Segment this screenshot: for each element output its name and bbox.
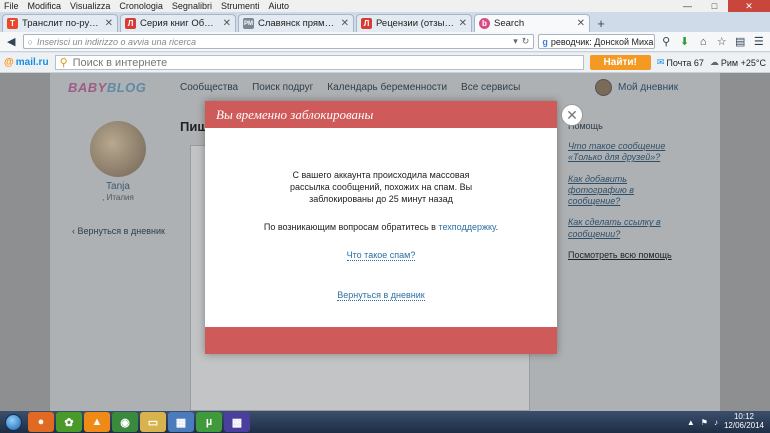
pm-icon: PM [243,18,254,29]
mailru-logo[interactable]: @ mail.ru [4,57,49,68]
menu-icon[interactable]: ☰ [751,34,766,49]
page-viewport: BABYBLOG Сообщества Поиск подруг Календа… [0,73,770,411]
close-tab-icon[interactable]: ✕ [223,18,231,29]
translit-icon: T [7,18,18,29]
reload-icon[interactable]: ↻ [522,36,530,47]
tab-title: Серия книг Образователь... [140,18,219,29]
window-controls: — □ ✕ [674,0,770,12]
babyblog-icon: b [479,18,490,29]
internet-search-input[interactable]: ⚲ Поиск в интернете [54,55,584,70]
tab-strip: T Транслит по-русски ✕ Л Серия книг Обра… [0,12,770,32]
search-lens-icon: ⚲ [59,57,68,69]
utorrent-icon[interactable]: µ [196,412,222,432]
find-button[interactable]: Найти! [589,55,651,70]
url-input[interactable]: ○ Inserisci un indirizzo o avvia una ric… [22,34,535,49]
cloud-icon: ☁ [709,57,719,67]
google-icon: g [542,36,548,47]
contact-suffix: . [495,222,499,232]
new-tab-icon[interactable]: + [592,14,610,32]
chrome-icon[interactable]: ◉ [112,412,138,432]
menu-cronologia[interactable]: Cronologia [119,1,163,11]
internet-search-placeholder: Поиск в интернете [72,56,168,69]
menu-aiuto[interactable]: Aiuto [268,1,289,11]
taskbar: ● ✿ ▲ ◉ ▭ ▦ µ ▩ ▲ ⚑ ♪ 10:12 12/06/2014 [0,411,770,433]
bookmarks-icon[interactable]: ▤ [733,34,748,49]
menu-file[interactable]: File [4,1,19,11]
menu-segnalibri[interactable]: Segnalibri [172,1,212,11]
close-tab-icon[interactable]: ✕ [105,18,113,29]
weather-widget[interactable]: ☁ Рим +25°C [710,57,766,68]
mailru-logo-text: mail.ru [15,57,49,68]
home-icon[interactable]: ⌂ [696,34,711,49]
navigation-bar: ◀ ○ Inserisci un indirizzo o avvia una r… [0,32,770,52]
tab-title: Search [494,18,525,29]
back-to-diary-link[interactable]: Вернуться в дневник [337,290,425,301]
modal-footer [205,327,557,354]
mail-label: Почта 67 [666,57,704,68]
search-engine-input[interactable]: g реводчик: Донской Михаил [538,34,655,49]
tab-reviews[interactable]: Л Рецензии (отзывы) покуп... ✕ [356,14,472,32]
back-to-diary-wrap: Вернуться в дневник [205,289,557,301]
mailru-at-icon: @ [4,57,14,68]
mailru-toolbar: @ mail.ru ⚲ Поиск в интернете Найти! ✉ П… [0,53,770,73]
folder-icon[interactable]: ▭ [140,412,166,432]
labirint-icon: Л [125,18,136,29]
tray-expand-icon[interactable]: ▲ [687,418,695,427]
close-window-icon[interactable]: ✕ [728,0,770,12]
vlc-icon[interactable]: ▲ [84,412,110,432]
tab-slavyansk[interactable]: PM Славянск прямо сейчас ... ✕ [238,14,354,32]
blocked-modal: Вы временно заблокированы С вашего аккау… [205,101,557,354]
dropdown-icon[interactable]: ▾ [513,36,518,47]
firefox-icon[interactable]: ● [28,412,54,432]
windows-orb-icon [4,413,22,431]
weather-label: Рим +25°C [720,57,766,68]
modal-overlay: Вы временно заблокированы С вашего аккау… [0,73,770,411]
flag-icon[interactable]: ⚑ [701,418,708,427]
menu-bar: File Modifica Visualizza Cronologia Segn… [0,0,770,12]
clock[interactable]: 10:12 12/06/2014 [723,412,764,431]
globe-icon: ○ [27,36,33,47]
tab-translit[interactable]: T Транслит по-русски ✕ [2,14,118,32]
menu-strumenti[interactable]: Strumenti [221,1,260,11]
close-icon[interactable]: ✕ [561,104,583,126]
what-is-spam-link[interactable]: Что такое спам? [346,250,416,261]
clock-date: 12/06/2014 [723,421,764,430]
tab-search[interactable]: b Search ✕ [474,14,590,32]
envelope-icon: ✉ [656,57,665,67]
mail-counter[interactable]: ✉ Почта 67 [657,57,704,68]
minimize-icon[interactable]: — [674,0,701,12]
menu-visualizza[interactable]: Visualizza [70,1,110,11]
maximize-icon[interactable]: □ [701,0,728,12]
download-icon[interactable]: ⬇ [677,34,692,49]
url-placeholder: Inserisci un indirizzo o avvia una ricer… [36,36,197,47]
modal-title: Вы временно заблокированы [205,101,557,128]
close-tab-icon[interactable]: ✕ [577,18,585,29]
taskbar-apps: ● ✿ ▲ ◉ ▭ ▦ µ ▩ [28,412,250,432]
labirint-icon: Л [361,18,372,29]
volume-icon[interactable]: ♪ [714,418,718,427]
what-is-spam-wrap: Что такое спам? [205,249,557,261]
contact-support-text: По возникающим вопросам обратитесь в тех… [205,221,557,233]
search-icon[interactable]: ⚲ [659,34,674,49]
close-tab-icon[interactable]: ✕ [341,18,349,29]
back-icon[interactable]: ◀ [4,34,19,49]
menu-modifica[interactable]: Modifica [28,1,62,11]
search-value: реводчик: Донской Михаил [550,36,655,47]
tab-title: Славянск прямо сейчас ... [258,18,337,29]
network-icon[interactable]: ▦ [168,412,194,432]
blocked-message: С вашего аккаунта происходила массовая р… [289,170,473,205]
tab-title: Транслит по-русски [22,18,101,29]
tab-title: Рецензии (отзывы) покуп... [376,18,455,29]
icq-icon[interactable]: ✿ [56,412,82,432]
contact-prefix: По возникающим вопросам обратитесь в [263,222,439,232]
tab-books[interactable]: Л Серия книг Образователь... ✕ [120,14,236,32]
save-disk-icon[interactable]: ▩ [224,412,250,432]
support-link[interactable]: техподдержку [438,222,495,232]
start-button[interactable] [0,411,26,433]
close-tab-icon[interactable]: ✕ [459,18,467,29]
system-tray: ▲ ⚑ ♪ 10:12 12/06/2014 [687,411,770,433]
bookmark-star-icon[interactable]: ☆ [714,34,729,49]
